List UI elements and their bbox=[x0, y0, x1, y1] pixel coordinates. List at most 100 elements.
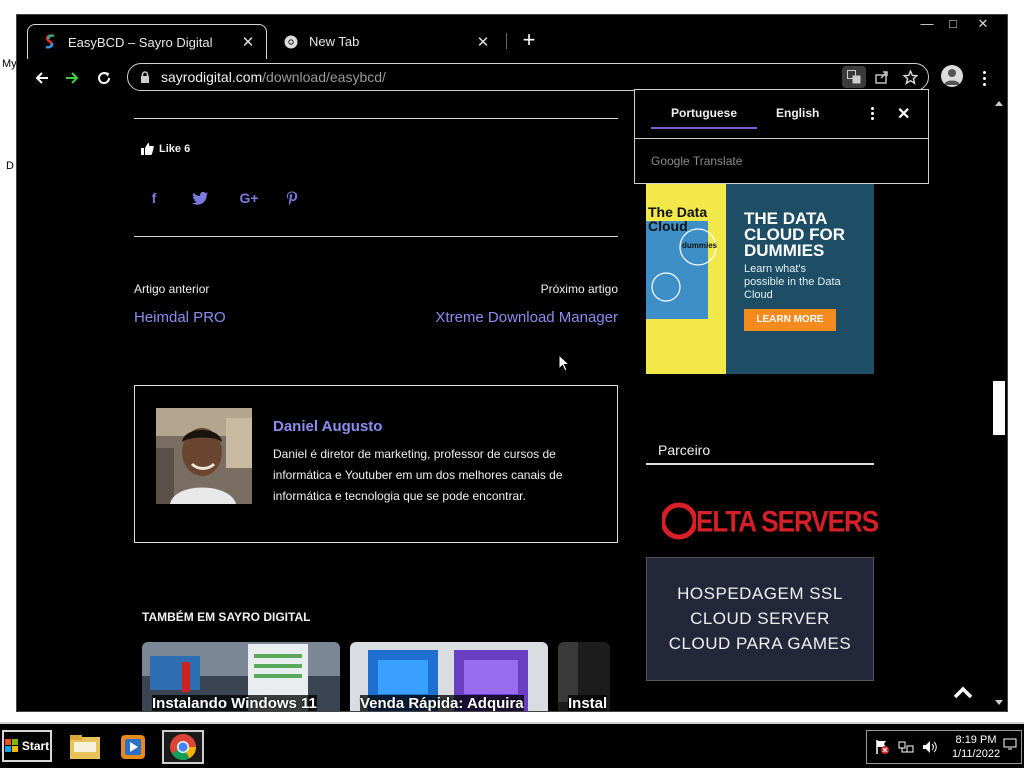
sayro-favicon-icon bbox=[42, 34, 58, 50]
next-article-link[interactable]: Xtreme Download Manager bbox=[435, 309, 618, 326]
divider bbox=[134, 118, 618, 119]
related-card-title: Venda Rápida: Adquira Chave Genuína De bbox=[360, 694, 542, 711]
author-name-link[interactable]: Daniel Augusto bbox=[273, 418, 382, 435]
volume-icon[interactable] bbox=[921, 738, 939, 756]
close-tab-icon[interactable]: ✕ bbox=[240, 33, 256, 51]
profile-avatar-icon[interactable] bbox=[941, 65, 963, 87]
translate-options-icon[interactable] bbox=[871, 107, 874, 120]
tab-separator bbox=[506, 33, 507, 49]
lock-icon bbox=[140, 70, 152, 84]
page-scrollbar[interactable] bbox=[991, 95, 1007, 711]
divider bbox=[646, 463, 874, 465]
translate-source-language-tab[interactable]: Portuguese bbox=[671, 106, 737, 120]
url-host: sayrodigital.com bbox=[161, 69, 263, 85]
chrome-icon bbox=[170, 734, 197, 761]
back-button[interactable] bbox=[29, 65, 55, 91]
delta-logo-icon bbox=[662, 502, 696, 540]
like-count: Like 6 bbox=[159, 143, 191, 155]
chevron-up-icon bbox=[953, 686, 973, 699]
close-tab-icon[interactable]: ✕ bbox=[475, 33, 491, 51]
address-bar[interactable]: sayrodigital.com/download/easybcd/ bbox=[127, 63, 929, 91]
mouse-cursor-icon bbox=[558, 353, 571, 377]
desktop-background: My D bbox=[0, 0, 17, 722]
ad-learn-more-button[interactable]: LEARN MORE bbox=[744, 309, 836, 331]
arrow-right-icon bbox=[66, 72, 79, 84]
author-avatar bbox=[156, 408, 252, 504]
tab-easybcd[interactable]: EasyBCD – Sayro Digital ✕ bbox=[27, 24, 267, 59]
chrome-icon bbox=[283, 34, 299, 50]
hosting-line: CLOUD SERVER bbox=[690, 609, 830, 628]
data-cloud-ad[interactable]: The Data Cloud dummies THE DATA CLOUD FO… bbox=[646, 175, 874, 374]
scrollbar-thumb[interactable] bbox=[993, 381, 1005, 435]
system-tray: 8:19 PM 1/11/2022 bbox=[866, 730, 1022, 764]
url-path: /download/easybcd/ bbox=[262, 69, 386, 85]
new-tab-button[interactable]: + bbox=[517, 29, 541, 53]
tab-title: New Tab bbox=[309, 34, 360, 49]
forward-button[interactable] bbox=[59, 65, 85, 91]
tab-title: EasyBCD – Sayro Digital bbox=[68, 34, 213, 50]
related-card[interactable]: Venda Rápida: Adquira Chave Genuína De bbox=[350, 642, 548, 711]
taskbar: Start 8:19 PM 1/11/2022 bbox=[0, 722, 1024, 768]
prev-article-label: Artigo anterior bbox=[134, 282, 210, 296]
related-card[interactable]: Instal 20H1 bbox=[558, 642, 610, 711]
tab-strip: EasyBCD – Sayro Digital ✕ New Tab ✕ + — … bbox=[17, 15, 1007, 61]
translate-close-icon[interactable]: ✕ bbox=[897, 104, 910, 124]
reload-icon bbox=[98, 72, 111, 85]
translate-target-language-tab[interactable]: English bbox=[776, 106, 819, 120]
partner-widget-title: Parceiro bbox=[658, 442, 711, 458]
taskbar-clock[interactable]: 8:19 PM 1/11/2022 bbox=[947, 733, 1005, 761]
folder-icon bbox=[70, 735, 100, 759]
ad-book-cover: The Data Cloud dummies bbox=[646, 175, 726, 374]
twitter-share-icon[interactable] bbox=[191, 189, 209, 207]
ad-headline: THE DATA CLOUD FOR DUMMIES bbox=[744, 209, 846, 260]
clock-time: 8:19 PM bbox=[955, 734, 997, 746]
hosting-line: HOSPEDAGEM SSL bbox=[677, 584, 843, 603]
facebook-share-icon[interactable]: f bbox=[145, 189, 163, 207]
network-icon[interactable] bbox=[897, 738, 915, 756]
translate-popup: Portuguese English ✕ Google Translate bbox=[634, 89, 929, 184]
related-section-title: TAMBÉM EM SAYRO DIGITAL bbox=[142, 610, 311, 624]
google-plus-share-icon[interactable]: G+ bbox=[237, 189, 261, 207]
window-close-button[interactable]: ✕ bbox=[969, 15, 997, 35]
ad-book-sub: dummies bbox=[682, 241, 718, 250]
reload-button[interactable] bbox=[91, 65, 117, 91]
related-card-title: Instal 20H1 bbox=[568, 694, 608, 711]
media-player-taskbar-button[interactable] bbox=[112, 730, 154, 764]
windows-logo-icon bbox=[4, 739, 18, 752]
hosting-banner[interactable]: HOSPEDAGEM SSL CLOUD SERVER CLOUD PARA G… bbox=[646, 557, 874, 681]
share-icon[interactable] bbox=[870, 66, 894, 88]
next-article-label: Próximo artigo bbox=[540, 282, 618, 296]
monitor-icon[interactable] bbox=[1003, 737, 1019, 757]
facebook-like-button[interactable]: Like 6 bbox=[141, 143, 190, 155]
ad-body: Learn what's possible in the Data Cloud bbox=[744, 263, 841, 301]
desktop-icon-label: My bbox=[2, 58, 17, 70]
page-viewport: Like 6 f G+ Artigo anterior Próximo arti… bbox=[17, 95, 991, 711]
translate-page-icon[interactable] bbox=[842, 66, 866, 88]
hosting-line: CLOUD PARA GAMES bbox=[668, 634, 852, 653]
scroll-to-top-button[interactable] bbox=[953, 685, 973, 699]
arrow-left-icon bbox=[35, 72, 48, 84]
maximize-button[interactable]: □ bbox=[939, 15, 967, 35]
chrome-taskbar-button[interactable] bbox=[162, 730, 204, 764]
start-button[interactable]: Start bbox=[2, 730, 52, 762]
scroll-up-arrow[interactable] bbox=[995, 101, 1003, 106]
prev-article-link[interactable]: Heimdal PRO bbox=[134, 309, 226, 326]
author-bio: Daniel é diretor de marketing, professor… bbox=[273, 447, 563, 503]
bookmark-star-icon[interactable] bbox=[898, 66, 922, 88]
author-box: Daniel Augusto Daniel é diretor de marke… bbox=[134, 385, 618, 543]
file-explorer-taskbar-button[interactable] bbox=[64, 730, 106, 764]
tab-new-tab[interactable]: New Tab ✕ bbox=[269, 24, 501, 59]
scroll-down-arrow[interactable] bbox=[995, 700, 1003, 705]
google-translate-brand: Google Translate bbox=[651, 154, 743, 168]
clock-date: 1/11/2022 bbox=[951, 748, 1001, 760]
related-card[interactable]: Instalando Windows 11 Em Computadores bbox=[142, 642, 340, 711]
browser-menu-icon[interactable] bbox=[977, 65, 991, 91]
action-center-flag-icon[interactable] bbox=[873, 738, 891, 756]
active-tab-indicator bbox=[651, 127, 757, 129]
pinterest-share-icon[interactable] bbox=[283, 189, 301, 207]
delta-servers-logo[interactable]: ELTA SERVERS bbox=[662, 501, 879, 541]
desktop-icon-label: D bbox=[6, 160, 14, 172]
divider bbox=[134, 236, 618, 237]
media-player-icon bbox=[121, 735, 145, 759]
minimize-button[interactable]: — bbox=[913, 15, 941, 35]
